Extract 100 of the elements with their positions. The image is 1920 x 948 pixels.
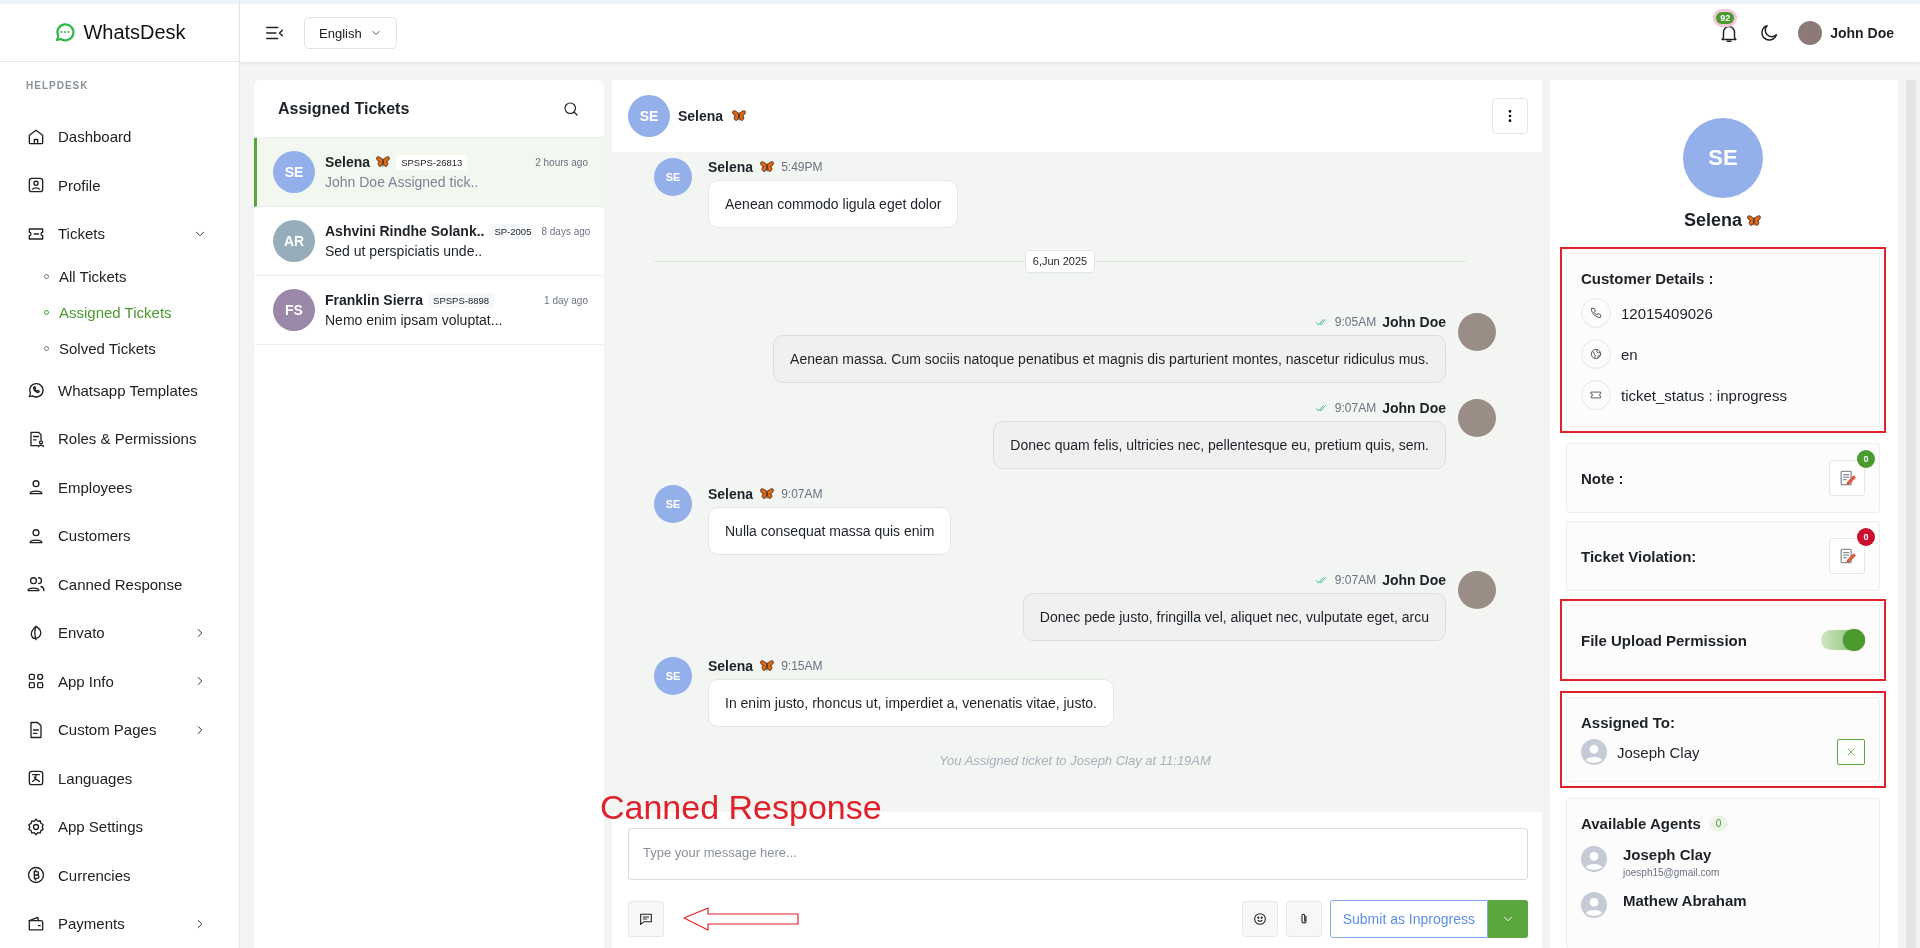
sender-name: Selena — [708, 658, 754, 675]
card-title: File Upload Permission — [1581, 631, 1747, 649]
card-title: Ticket Violation: — [1581, 547, 1697, 565]
contact-name: Selena — [678, 108, 724, 124]
sidebar-item[interactable]: Custom Pages — [26, 705, 239, 754]
sidebar-item[interactable]: Payments — [26, 899, 239, 948]
language-dropdown[interactable]: English — [304, 17, 397, 49]
contact-name: Franklin Sierra — [325, 292, 424, 308]
notification-count: 92 — [1716, 12, 1735, 24]
sidebar-item[interactable]: Envato — [26, 608, 239, 657]
menu-item-icon — [26, 380, 46, 401]
avatar-photo-placeholder — [1458, 399, 1496, 438]
person-silhouette-icon — [1581, 739, 1607, 765]
sidebar-item[interactable]: Whatsapp Templates — [26, 366, 239, 415]
message-time: 9:15AM — [781, 659, 823, 674]
contact-name: Selena — [325, 154, 371, 170]
avatar-photo-placeholder — [1798, 21, 1823, 45]
message-input-field[interactable]: Type your message here... — [628, 828, 1528, 880]
timestamp: 8 days ago — [541, 225, 591, 237]
message-preview: John Doe Assigned tick.. — [325, 174, 480, 190]
avatar-initials: SE — [273, 151, 315, 193]
person-silhouette-icon — [1581, 892, 1607, 918]
ticket-code: SPSPS-26813 — [396, 154, 468, 170]
avatar-initials: SE — [1683, 118, 1763, 198]
annotation-label: Canned Response — [600, 790, 882, 824]
sidebar-item[interactable]: Tickets — [26, 209, 239, 258]
message-time: 9:07AM — [1334, 401, 1377, 416]
card-title: Assigned To: — [1581, 714, 1676, 731]
submenu-item[interactable]: All Tickets — [26, 258, 239, 294]
message-bubble: In enim justo, rhoncus ut, imperdiet a, venenatis vitae, justo. — [708, 679, 1114, 728]
section-heading: HELPDESK — [26, 79, 90, 91]
notepad-button[interactable] — [1829, 538, 1865, 574]
toggle-switch[interactable] — [1821, 630, 1865, 650]
sidebar-item[interactable]: Canned Response — [26, 560, 239, 609]
message-time: 9:05AM — [1334, 315, 1377, 330]
submenu-item[interactable]: Solved Tickets — [26, 330, 239, 366]
emoji-button[interactable] — [1241, 901, 1278, 937]
smiley-icon — [1251, 911, 1268, 927]
avatar-initials: SE — [628, 95, 670, 137]
sidebar-item[interactable]: Dashboard — [26, 112, 239, 161]
sender-name: John Doe — [1382, 572, 1446, 589]
sender-name: Selena — [708, 159, 754, 175]
search-icon[interactable] — [562, 99, 580, 118]
ticket-code: SPSPS-8898 — [428, 292, 495, 308]
detail-value: ticket_status : inprogress — [1621, 386, 1787, 404]
menu-item-icon — [26, 816, 46, 837]
ticket-row[interactable]: SE Selena SPSPS-26813 2 hours ago John Doe Assigned tick.. — [254, 138, 604, 207]
sidebar-item[interactable]: App Info — [26, 657, 239, 706]
message-bubble: Donec quam felis, ultricies nec, pellentesque eu, pretium quis, sem. — [993, 421, 1446, 470]
avatar-initials: SE — [654, 657, 692, 696]
avatar-photo-placeholder — [1458, 571, 1496, 610]
person-silhouette-icon — [1581, 846, 1607, 872]
card-title: Customer Details : — [1581, 270, 1715, 287]
avatar-initials: SE — [654, 158, 692, 196]
submenu-item[interactable]: Assigned Tickets — [26, 294, 239, 330]
canned-response-button[interactable] — [628, 901, 664, 937]
attach-button[interactable] — [1285, 901, 1322, 937]
phone-icon — [1589, 306, 1603, 320]
agent-name: Joseph Clay — [1617, 743, 1700, 761]
message-bubble: Donec pede justo, fringilla vel, aliquet nec, vulputate eget, arcu — [1022, 593, 1446, 642]
notepad-button[interactable] — [1829, 460, 1865, 496]
card-title: Note : — [1581, 469, 1624, 487]
message-bubble: Nulla consequat massa quis enim — [708, 507, 952, 556]
sidebar-item[interactable]: Languages — [26, 754, 239, 803]
user-name[interactable]: John Doe — [1830, 25, 1894, 41]
ticket-code: SP-2005 — [489, 223, 537, 239]
message-bubble: Aenean commodo ligula eget dolor — [708, 180, 959, 228]
message-bubble: Aenean massa. Cum sociis natoque penatibus et magnis dis parturient montes, nascetur ridiculus mus. — [773, 335, 1446, 384]
sidebar-item[interactable]: Customers — [26, 511, 239, 560]
agent-item[interactable]: Joseph Clay joesph15@gmail.com — [1581, 846, 1865, 878]
agent-item[interactable]: Mathew Abraham — [1581, 892, 1865, 918]
sidebar-item[interactable]: Profile — [26, 161, 239, 210]
card-title: Available Agents — [1581, 815, 1701, 832]
ticket-icon — [1589, 388, 1603, 402]
count-badge: 0 — [1708, 816, 1729, 831]
ticket-row[interactable]: AR Ashvini Rindhe Solank.. SP-2005 8 days ago Sed ut perspiciatis unde.. — [254, 207, 604, 276]
app-logo-text: WhatsDesk — [83, 20, 186, 44]
ticket-row[interactable]: FS Franklin Sierra SPSPS-8898 1 day ago Nemo enim ipsam voluptat... — [254, 276, 604, 345]
remove-button[interactable] — [1837, 739, 1865, 765]
message-preview: Sed ut perspiciatis unde.. — [325, 243, 484, 259]
sender-name: John Doe — [1382, 314, 1446, 331]
sidebar-item[interactable]: Roles & Permissions — [26, 414, 239, 463]
timestamp: 1 day ago — [544, 294, 588, 306]
sidebar-item[interactable]: Currencies — [26, 851, 239, 900]
menu-item-icon — [26, 865, 46, 886]
sidebar-item[interactable]: App Settings — [26, 802, 239, 851]
avatar-initials: FS — [273, 289, 315, 331]
contact-name: Ashvini Rindhe Solank.. — [325, 223, 485, 239]
count-badge: 0 — [1857, 528, 1875, 546]
avatar-initials: AR — [273, 220, 315, 262]
sender-name: John Doe — [1382, 400, 1446, 417]
system-message: You Assigned ticket to Joseph Clay at 11:19AM — [938, 753, 1212, 769]
count-badge: 0 — [1857, 450, 1875, 468]
avatar-initials: SE — [654, 485, 692, 524]
message-time: 5:49PM — [781, 160, 823, 174]
avatar-photo-placeholder — [1458, 313, 1496, 352]
message-time: 9:07AM — [781, 487, 823, 502]
detail-value: en — [1621, 345, 1638, 363]
close-icon — [1845, 746, 1857, 758]
sidebar-item[interactable]: Employees — [26, 463, 239, 512]
